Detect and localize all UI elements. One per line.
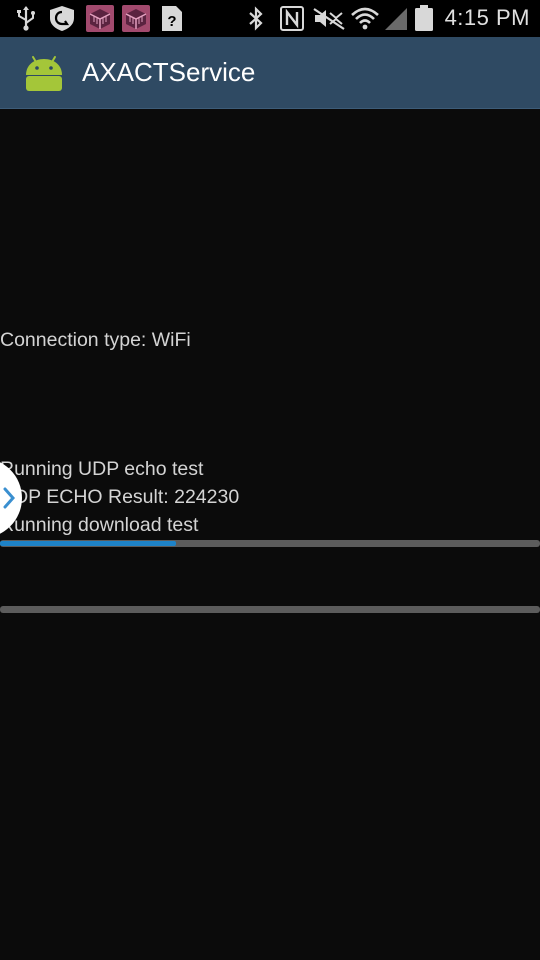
mute-icon xyxy=(313,8,345,30)
download-progress-fill xyxy=(0,541,176,546)
shield-icon xyxy=(50,6,74,31)
svg-text:?: ? xyxy=(167,13,176,30)
battery-icon xyxy=(415,5,433,31)
connection-type-text: Connection type: WiFi xyxy=(0,329,191,351)
app-title: AXACTService xyxy=(82,57,256,87)
chevron-right-icon xyxy=(3,487,16,509)
usb-icon xyxy=(17,6,35,31)
wifi-icon xyxy=(351,7,379,30)
app-notification-icon xyxy=(86,5,114,32)
nfc-icon xyxy=(280,6,304,31)
bluetooth-icon xyxy=(249,6,263,31)
status-time: 4:15 PM xyxy=(444,5,530,30)
unknown-notification-icon: ? xyxy=(162,6,182,31)
status-line: Running UDP echo test xyxy=(0,458,204,480)
main-content: Connection type: WiFi Running UDP echo t… xyxy=(0,109,540,960)
status-bar: ? 4:15 PM xyxy=(0,0,540,37)
signal-icon xyxy=(385,8,407,30)
android-icon xyxy=(26,56,62,91)
status-line: Running download test xyxy=(0,514,199,536)
download-progress-bar xyxy=(0,540,540,547)
action-bar: AXACTService xyxy=(0,37,540,109)
app-notification-icon xyxy=(122,5,150,32)
status-line: UDP ECHO Result: 224230 xyxy=(0,486,240,508)
secondary-progress-bar xyxy=(0,606,540,613)
screen: ? 4:15 PM AXACTService Connection type: … xyxy=(0,0,540,960)
